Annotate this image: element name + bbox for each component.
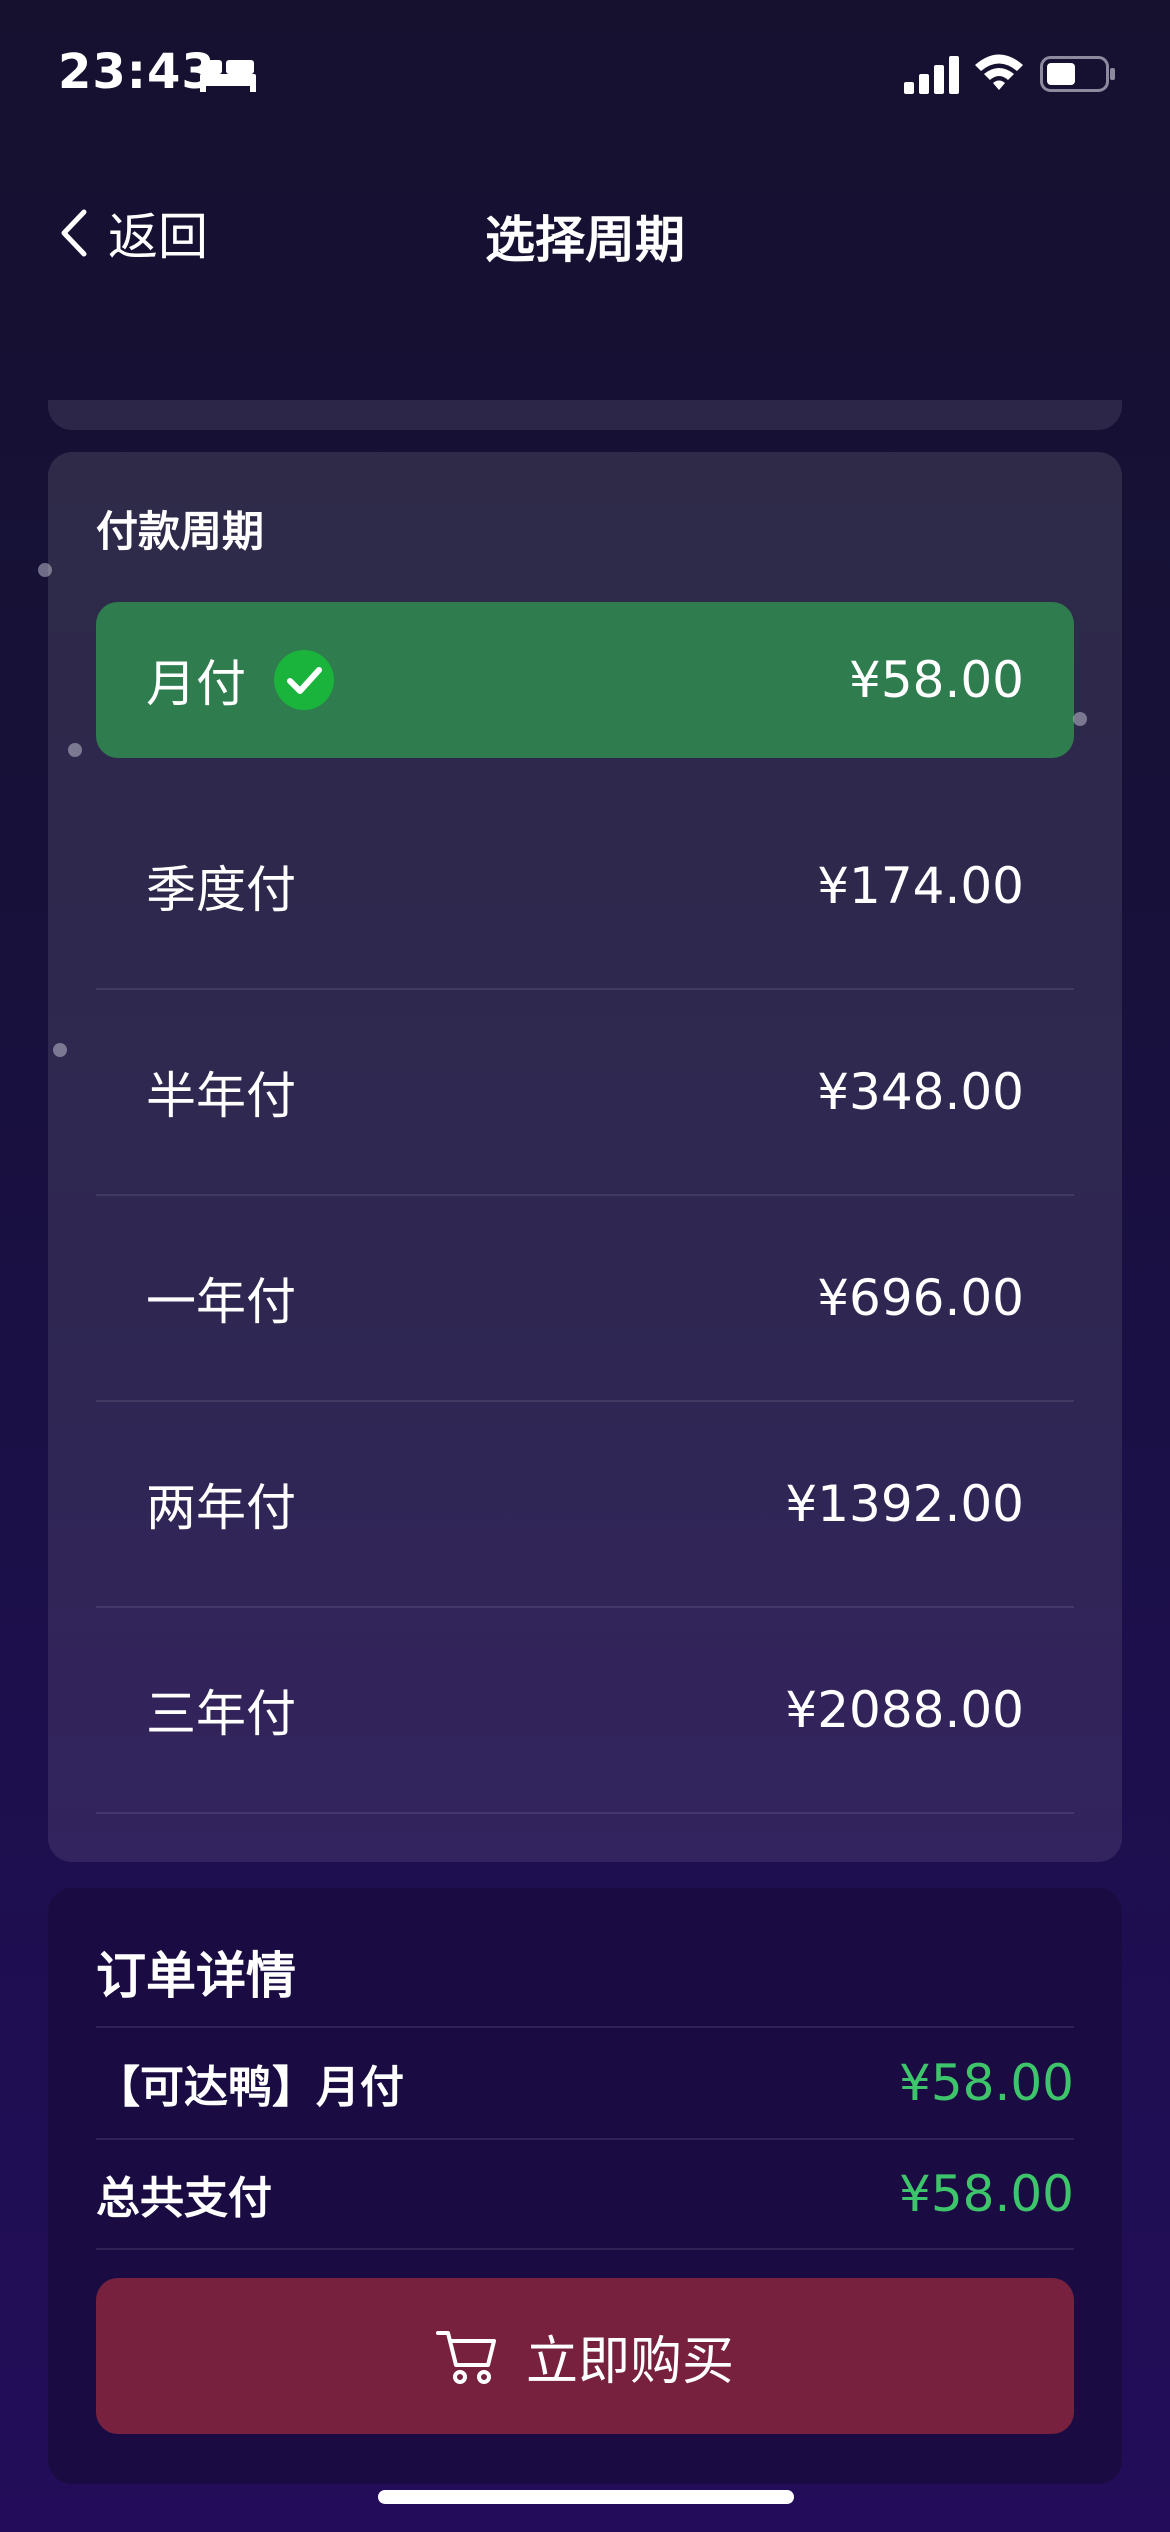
option-price: ¥1392.00 xyxy=(785,1475,1024,1533)
option-label: 三年付 xyxy=(146,1685,296,1743)
buy-now-label: 立即购买 xyxy=(525,2331,734,2392)
battery-icon xyxy=(1040,56,1115,92)
option-label: 两年付 xyxy=(146,1479,296,1537)
option-half-year[interactable]: 半年付 ¥348.00 xyxy=(96,990,1074,1196)
order-total-label: 总共支付 xyxy=(96,2173,272,2224)
status-bar: 23:43 xyxy=(0,0,1170,150)
check-circle-icon xyxy=(274,650,334,710)
payment-period-card: 付款周期 月付 ¥58.00 季度付 ¥174.00 半年付 ¥348.00 一… xyxy=(48,452,1122,1862)
wifi-icon xyxy=(975,54,1023,90)
option-price: ¥174.00 xyxy=(817,857,1024,915)
order-total-price: ¥58.00 xyxy=(899,2165,1074,2223)
order-total-row: 总共支付 ¥58.00 xyxy=(96,2138,1074,2250)
decorative-dot xyxy=(38,563,52,577)
option-two-years[interactable]: 两年付 ¥1392.00 xyxy=(96,1402,1074,1608)
option-price: ¥348.00 xyxy=(817,1063,1024,1121)
home-indicator xyxy=(378,2490,794,2504)
decorative-dot xyxy=(53,1043,67,1057)
option-label: 季度付 xyxy=(146,861,296,919)
payment-period-heading: 付款周期 xyxy=(96,507,265,556)
option-quarterly[interactable]: 季度付 ¥174.00 xyxy=(96,784,1074,990)
cart-icon xyxy=(435,2331,496,2384)
order-details-heading: 订单详情 xyxy=(96,1947,296,2005)
order-item-label: 【可达鸭】月付 xyxy=(96,2062,404,2113)
option-one-year[interactable]: 一年付 ¥696.00 xyxy=(96,1196,1074,1402)
prior-card-edge xyxy=(48,400,1122,430)
option-label: 半年付 xyxy=(146,1067,296,1125)
buy-now-button[interactable]: 立即购买 xyxy=(96,2278,1074,2434)
option-label: 一年付 xyxy=(146,1273,296,1331)
signal-icon xyxy=(904,56,959,94)
status-time: 23:43 xyxy=(58,44,216,100)
decorative-dot xyxy=(1073,712,1087,726)
option-three-years[interactable]: 三年付 ¥2088.00 xyxy=(96,1608,1074,1814)
bed-icon xyxy=(200,60,256,92)
option-price: ¥696.00 xyxy=(817,1269,1024,1327)
option-price: ¥58.00 xyxy=(849,651,1024,709)
order-item-row: 【可达鸭】月付 ¥58.00 xyxy=(96,2026,1074,2138)
order-details-card: 订单详情 【可达鸭】月付 ¥58.00 总共支付 ¥58.00 立即购买 xyxy=(48,1888,1122,2484)
order-item-price: ¥58.00 xyxy=(899,2054,1074,2112)
page-title: 选择周期 xyxy=(485,211,685,269)
option-label: 月付 xyxy=(146,655,246,713)
option-price: ¥2088.00 xyxy=(785,1681,1024,1739)
option-monthly[interactable]: 月付 ¥58.00 xyxy=(96,602,1074,758)
nav-bar: 返回 选择周期 xyxy=(0,150,1170,310)
decorative-dot xyxy=(68,743,82,757)
